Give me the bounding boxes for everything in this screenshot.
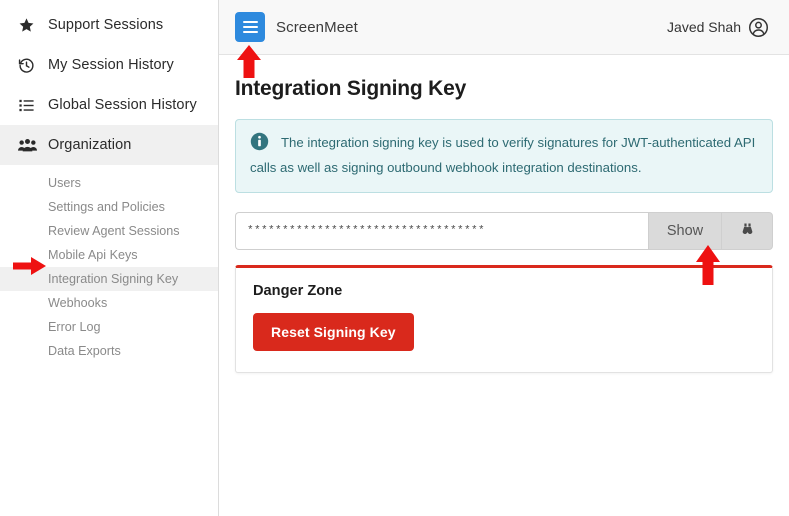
sidebar: Support Sessions My Session History Glob…	[0, 0, 219, 516]
info-alert: The integration signing key is used to v…	[235, 119, 773, 193]
top-bar: ScreenMeet Javed Shah	[219, 0, 789, 55]
history-icon	[18, 57, 44, 74]
alert-message: The integration signing key is used to v…	[250, 135, 756, 176]
signing-key-input[interactable]	[235, 211, 648, 250]
user-name: Javed Shah	[667, 19, 741, 35]
sidebar-item-review-agent-sessions[interactable]: Review Agent Sessions	[0, 219, 218, 243]
sidebar-item-mobile-api-keys[interactable]: Mobile Api Keys	[0, 243, 218, 267]
sidebar-item-settings-and-policies[interactable]: Settings and Policies	[0, 195, 218, 219]
signing-key-field-group: Show	[235, 211, 773, 250]
sidebar-item-global-session-history[interactable]: Global Session History	[0, 85, 218, 125]
sidebar-subitem-label: Users	[48, 176, 81, 190]
hamburger-icon[interactable]	[235, 12, 265, 42]
sidebar-subitem-label: Review Agent Sessions	[48, 224, 180, 238]
sidebar-item-integration-signing-key[interactable]: Integration Signing Key	[0, 267, 218, 291]
sidebar-subitem-label: Integration Signing Key	[48, 272, 179, 286]
hamburger-bar	[242, 31, 258, 33]
sidebar-item-label: Support Sessions	[48, 17, 164, 33]
sidebar-item-label: My Session History	[48, 57, 174, 73]
sidebar-item-label: Organization	[48, 137, 132, 153]
sidebar-item-support-sessions[interactable]: Support Sessions	[0, 5, 218, 45]
reset-signing-key-button[interactable]: Reset Signing Key	[253, 312, 414, 351]
sidebar-item-webhooks[interactable]: Webhooks	[0, 291, 218, 315]
sidebar-subitem-label: Settings and Policies	[48, 200, 165, 214]
hamburger-bar	[242, 21, 258, 23]
info-icon	[250, 132, 269, 157]
star-icon	[18, 17, 44, 34]
page-title: Integration Signing Key	[235, 77, 467, 100]
sidebar-item-data-exports[interactable]: Data Exports	[0, 339, 218, 363]
list-icon	[18, 97, 44, 114]
sidebar-item-my-session-history[interactable]: My Session History	[0, 45, 218, 85]
alert-text-wrapper: The integration signing key is used to v…	[250, 132, 758, 179]
sidebar-subitem-label: Data Exports	[48, 344, 121, 358]
sidebar-subitem-label: Error Log	[48, 320, 101, 334]
sidebar-item-organization[interactable]: Organization	[0, 125, 218, 165]
people-icon	[18, 137, 44, 154]
danger-zone-card: Danger Zone Reset Signing Key	[235, 264, 773, 373]
sidebar-item-label: Global Session History	[48, 97, 197, 113]
brand-title: ScreenMeet	[276, 18, 358, 36]
hamburger-bar	[242, 26, 258, 28]
app-root: Support Sessions My Session History Glob…	[0, 0, 789, 516]
content-area: Integration Signing Key The integration …	[219, 55, 789, 373]
sidebar-item-users[interactable]: Users	[0, 171, 218, 195]
main-panel: ScreenMeet Javed Shah Integration Signin…	[219, 0, 789, 516]
user-circle-icon	[748, 17, 769, 38]
sidebar-item-error-log[interactable]: Error Log	[0, 315, 218, 339]
binoculars-icon[interactable]	[721, 211, 773, 250]
danger-zone-title: Danger Zone	[253, 282, 343, 299]
user-menu[interactable]: Javed Shah	[667, 17, 769, 38]
sidebar-subitem-label: Mobile Api Keys	[48, 248, 138, 262]
sidebar-subitem-label: Webhooks	[48, 296, 108, 310]
show-button[interactable]: Show	[648, 211, 721, 250]
